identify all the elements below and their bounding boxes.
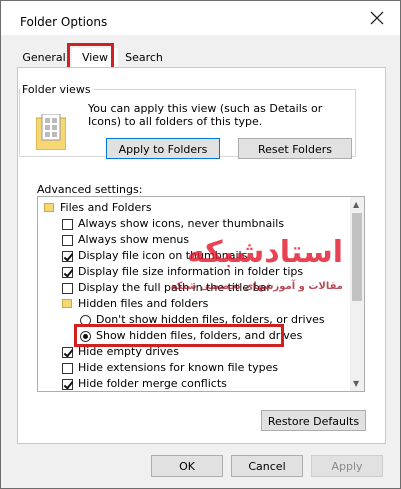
checkbox[interactable]: [62, 219, 73, 230]
list-item-label: Hide folder merge conflicts: [78, 377, 227, 390]
folder-icon: [62, 299, 72, 308]
title-bar: Folder Options: [1, 1, 400, 35]
list-item-label: Hidden files and folders: [78, 297, 209, 310]
vertical-scrollbar[interactable]: ▲ ▼: [350, 197, 364, 391]
checkbox-checked[interactable]: [62, 347, 73, 358]
list-item-label: Display file icon on thumbnails: [78, 249, 248, 262]
reset-folders-button[interactable]: Reset Folders: [238, 138, 352, 159]
apply-button[interactable]: Apply: [311, 455, 383, 477]
tab-general[interactable]: General: [17, 48, 71, 68]
highlight-show-hidden-option: [74, 324, 284, 347]
close-icon[interactable]: [370, 11, 384, 25]
folder-views-icon: [36, 114, 66, 150]
list-item-label: Display file size information in folder …: [78, 265, 304, 278]
advanced-settings-label: Advanced settings:: [37, 183, 143, 196]
cancel-button[interactable]: Cancel: [231, 455, 303, 477]
advanced-settings-list[interactable]: Files and Folders Always show icons, nev…: [37, 196, 365, 392]
window-title: Folder Options: [20, 15, 108, 29]
scrollbar-thumb[interactable]: [352, 213, 362, 301]
checkbox-checked[interactable]: [62, 267, 73, 278]
folder-views-group: Folder views You can apply this view (su…: [19, 83, 356, 159]
folder-views-description: You can apply this view (such as Details…: [88, 102, 323, 128]
checkbox[interactable]: [62, 363, 73, 374]
list-item-label: Hide extensions for known file types: [78, 361, 279, 374]
folder-views-legend: Folder views: [22, 83, 91, 96]
list-item-label: Display the full path in the title bar: [78, 281, 271, 294]
list-item-label: Files and Folders: [60, 201, 152, 214]
list-item-label: Always show icons, never thumbnails: [78, 217, 285, 230]
folder-options-dialog: Folder Options General View Search Folde…: [0, 0, 401, 489]
tab-search[interactable]: Search: [118, 48, 170, 68]
apply-to-folders-button[interactable]: Apply to Folders: [106, 138, 220, 159]
restore-defaults-button[interactable]: Restore Defaults: [261, 410, 366, 431]
checkbox[interactable]: [62, 283, 73, 294]
folder-icon: [44, 203, 54, 212]
ok-button[interactable]: OK: [151, 455, 223, 477]
list-item-label: Always show menus: [78, 233, 190, 246]
scroll-up-arrow-icon[interactable]: ▲: [353, 200, 359, 209]
dialog-footer: OK Cancel Apply: [1, 449, 400, 487]
checkbox-checked[interactable]: [62, 251, 73, 262]
scroll-down-arrow-icon[interactable]: ▼: [353, 379, 359, 388]
checkbox[interactable]: [62, 235, 73, 246]
checkbox-checked[interactable]: [62, 379, 73, 390]
